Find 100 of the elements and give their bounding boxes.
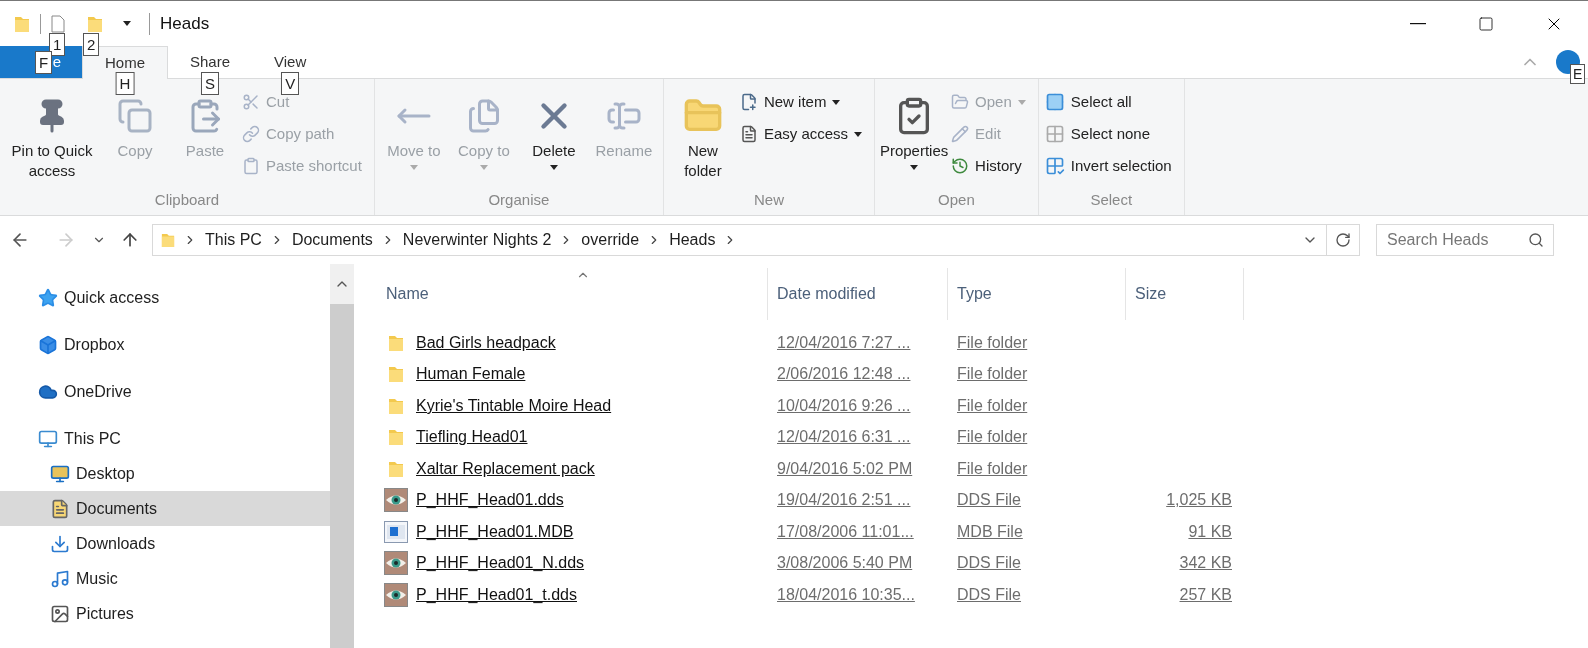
keytip: V (281, 72, 300, 95)
table-cell-text: DDS File (956, 553, 1022, 574)
eye-thumbnail-icon (384, 551, 408, 576)
ribbon-button[interactable]: New folder (669, 85, 736, 189)
history-icon (951, 157, 970, 175)
breadcrumb[interactable]: This PC (205, 228, 262, 252)
address-bar[interactable]: This PC Documents Neverwinter Nights 2 override Heads (152, 224, 1360, 256)
dropbox-icon (38, 334, 58, 355)
file-name[interactable]: Kyrie's Tintable Moire Head (416, 393, 612, 418)
folder-icon (388, 365, 404, 384)
eye-thumbnail-icon (384, 582, 408, 607)
file-name[interactable]: Tiefling Head01 (416, 425, 528, 450)
column-header[interactable]: Size (1126, 268, 1244, 320)
folder-icon[interactable] (14, 14, 30, 33)
table-cell-text: DDS File (956, 584, 1022, 605)
window-file-icon (384, 520, 408, 543)
nav-item[interactable]: Desktop (0, 456, 330, 491)
search-icon (1528, 232, 1544, 248)
computer-icon (38, 428, 58, 449)
copy-icon (117, 98, 153, 134)
column-header[interactable]: Name (384, 268, 768, 320)
select-none-icon (1044, 124, 1065, 144)
ribbon-button[interactable]: Pin to Quick access (6, 85, 98, 189)
nav-item[interactable]: Documents (0, 491, 330, 526)
table-cell: 91 KB (1188, 522, 1232, 540)
table-cell-text: File folder (956, 395, 1029, 416)
breadcrumb[interactable]: override (581, 228, 640, 252)
column-header[interactable]: Date modified (768, 268, 948, 320)
folder-icon (388, 459, 404, 478)
group-label: Organise (487, 189, 551, 210)
file-name[interactable]: P_HHF_Head01_t.dds (416, 582, 577, 607)
folder-icon (388, 333, 404, 352)
keytip: E (1570, 64, 1586, 84)
nav-item[interactable]: Pictures (0, 596, 330, 631)
table-cell-text: File folder (956, 332, 1029, 353)
table-cell-text: 2/06/2016 12:48 ... (776, 364, 912, 385)
breadcrumb[interactable]: Documents (291, 228, 373, 252)
keytip: F (35, 51, 53, 74)
column-header[interactable]: Type (948, 268, 1126, 320)
nav-item[interactable]: OneDrive (0, 374, 330, 409)
folder-icon (388, 428, 404, 447)
group-label: Select (1089, 189, 1134, 210)
ribbon-button[interactable]: Select all (1044, 89, 1172, 115)
group-label: Clipboard (153, 189, 221, 210)
refresh-icon[interactable] (1335, 232, 1351, 248)
search-field[interactable]: Search Heads (1376, 224, 1554, 256)
nav-item[interactable]: This PC (0, 421, 330, 456)
table-cell: 257 KB (1179, 585, 1232, 603)
table-cell-text: 10/04/2016 9:26 ... (776, 395, 912, 416)
file-name[interactable]: Human Female (416, 362, 526, 387)
file-name[interactable]: Bad Girls headpack (416, 330, 556, 355)
open-icon (951, 93, 970, 111)
nav-item[interactable]: Downloads (0, 526, 330, 561)
ribbon-button[interactable]: Properties (881, 85, 948, 189)
ribbon-button[interactable]: History (951, 153, 1026, 179)
scrollbar[interactable] (330, 264, 354, 648)
group-label: New (753, 189, 785, 210)
table-cell-text: File folder (956, 364, 1029, 385)
edit-icon (951, 125, 970, 143)
file-name[interactable]: P_HHF_Head01_N.dds (416, 551, 585, 576)
new-item-icon (739, 93, 758, 111)
invert-icon (1044, 156, 1065, 176)
minimize-icon (1410, 22, 1426, 25)
breadcrumb[interactable]: Heads (669, 228, 716, 252)
window-title: Heads (160, 12, 210, 35)
ribbon-button[interactable]: Easy access (739, 121, 863, 147)
table-cell-text: File folder (956, 458, 1029, 479)
nav-item[interactable]: Quick access (0, 280, 330, 315)
table-cell-text: 19/04/2016 2:51 ... (776, 490, 912, 511)
table-cell-text: 17/08/2006 11:01... (776, 521, 915, 542)
star-icon (38, 287, 58, 308)
keytip: H (115, 72, 135, 95)
ribbon-button[interactable]: Delete (520, 85, 587, 189)
nav-item[interactable]: Dropbox (0, 327, 330, 362)
folder-icon (388, 396, 404, 415)
ribbon-button[interactable]: Invert selection (1044, 153, 1172, 179)
file-name[interactable]: P_HHF_Head01.dds (416, 488, 564, 513)
nav-item[interactable]: Music (0, 561, 330, 596)
table-cell: 1,025 KB (1166, 491, 1232, 509)
table-cell-text: MDB File (956, 521, 1024, 542)
table-cell-text: 12/04/2016 6:31 ... (776, 427, 912, 448)
eye-thumbnail-icon (384, 488, 408, 513)
document-icon (739, 125, 758, 143)
table-cell-text: DDS File (956, 490, 1022, 511)
folder-icon (161, 231, 175, 249)
table-cell-text: 12/04/2016 7:27 ... (776, 332, 912, 353)
ribbon-button[interactable]: Select none (1044, 121, 1172, 147)
file-name[interactable]: P_HHF_Head01.MDB (416, 519, 574, 544)
table-cell-text: File folder (956, 427, 1029, 448)
table-cell-text: 18/04/2016 10:35... (776, 584, 916, 605)
group-label: Open (937, 189, 976, 210)
breadcrumb[interactable]: Neverwinter Nights 2 (402, 228, 552, 252)
scissors-icon (242, 93, 260, 111)
table-cell-text: 3/08/2006 5:40 PM (776, 553, 914, 574)
ribbon-button[interactable]: New item (739, 89, 863, 115)
new-folder-icon[interactable] (87, 14, 103, 33)
table-cell: 342 KB (1179, 554, 1232, 572)
caret-icon (123, 21, 131, 26)
file-name[interactable]: Xaltar Replacement pack (416, 456, 595, 481)
keytip: S (201, 72, 220, 95)
